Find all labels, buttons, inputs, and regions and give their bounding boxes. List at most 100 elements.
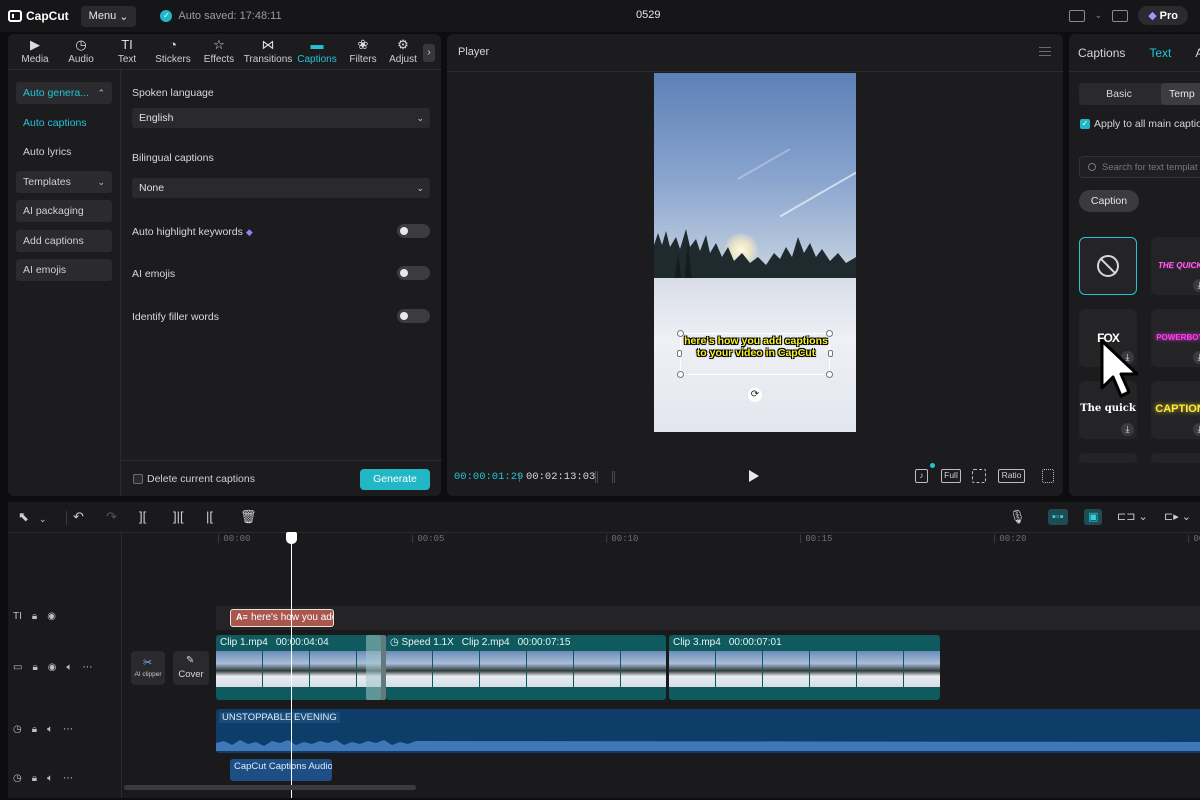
more-icon[interactable]: ⋯ (63, 773, 73, 784)
template-tile[interactable] (1151, 453, 1200, 463)
redo-icon[interactable]: ↷ (106, 510, 117, 524)
speaker-icon[interactable]: 🔈︎ (47, 773, 53, 784)
tab-adjust[interactable]: ⚙ Adjust (386, 38, 420, 69)
eye-icon[interactable]: ◉ (48, 662, 57, 673)
segment-templates[interactable]: Temp (1161, 83, 1200, 105)
music-clip[interactable]: UNSTOPPABLE EVENING (216, 709, 1200, 753)
ai-emojis-toggle[interactable] (397, 266, 430, 280)
eye-icon[interactable]: ◉ (47, 611, 56, 622)
tab-animation-props[interactable]: A (1195, 46, 1200, 60)
tab-text[interactable]: TI Text (104, 38, 150, 69)
resize-handle[interactable] (677, 350, 682, 357)
speaker-icon[interactable]: 🔈︎ (67, 662, 73, 673)
preview-axis-icon[interactable]: ⊏⊐ ⌄ (1117, 509, 1148, 525)
zoom-fit-icon[interactable]: ⊏▸ ⌄ (1164, 509, 1191, 525)
lock-icon[interactable]: 🔒︎ (32, 773, 37, 784)
cover-button[interactable]: ✎ Cover (173, 651, 209, 685)
sidenav-templates[interactable]: Templates ⌄ (16, 170, 112, 193)
bilingual-captions-select[interactable]: None ⌄ (132, 178, 430, 198)
time-ruler[interactable]: 00:00 00:05 00:10 00:15 00:20 00:2 (216, 534, 1200, 550)
rotate-icon[interactable]: ⟳ (748, 388, 762, 402)
resize-handle[interactable] (828, 350, 833, 357)
horizontal-scrollbar[interactable] (124, 785, 416, 790)
lock-icon[interactable]: 🔒︎ (32, 662, 37, 673)
tab-effects[interactable]: ☆ Effects (196, 38, 242, 69)
generate-button[interactable]: Generate (360, 469, 430, 490)
playhead-handle[interactable] (286, 532, 297, 544)
ai-clipper-button[interactable]: ✂ AI clipper (131, 651, 165, 685)
microphone-icon[interactable]: 🎙 (1009, 510, 1026, 524)
video-clip[interactable]: Clip 1.mp4 00:00:04:04 (216, 635, 381, 700)
split-left-icon[interactable]: ]|[ (173, 510, 184, 524)
resize-handle[interactable] (826, 371, 833, 378)
tab-media[interactable]: ▶ Media (12, 38, 58, 69)
more-icon[interactable]: ⋯ (83, 662, 93, 673)
undo-icon[interactable]: ↶ (73, 510, 84, 524)
sidenav-auto-generate[interactable]: Auto genera... ⌃ (16, 82, 112, 104)
play-icon[interactable] (749, 470, 759, 482)
more-icon[interactable]: ⋯ (63, 724, 73, 735)
chevron-down-icon[interactable]: ⌄ (1095, 10, 1103, 21)
tab-filters[interactable]: ❀ Filters (340, 38, 386, 69)
download-icon[interactable]: ⤓ (1121, 423, 1134, 436)
video-clip[interactable]: Clip 3.mp4 00:00:07:01 (669, 635, 940, 700)
template-none[interactable] (1079, 237, 1137, 295)
pro-button[interactable]: ◆ Pro (1138, 6, 1188, 25)
resize-handle[interactable] (677, 371, 684, 378)
apply-all-checkbox[interactable]: ✓ (1080, 119, 1090, 129)
template-search-input[interactable]: Search for text templat (1079, 156, 1200, 178)
tabs-more-button[interactable]: › (423, 44, 435, 62)
caption-overlay[interactable]: here's how you add captions to your vide… (677, 330, 833, 378)
download-icon[interactable]: ⤓ (1193, 279, 1200, 292)
sidenav-auto-captions[interactable]: Auto captions (16, 112, 112, 134)
chevron-down-icon[interactable]: ⌄ (39, 512, 47, 526)
fullscreen-icon[interactable] (1042, 469, 1054, 483)
segment-basic[interactable]: Basic (1079, 83, 1159, 105)
playhead-line[interactable] (291, 532, 292, 798)
split-right-icon[interactable]: |[ (206, 510, 213, 524)
video-clip[interactable]: ◷ Speed 1.1X Clip 2.mp4 00:00:07:15 (386, 635, 666, 700)
sidenav-ai-emojis[interactable]: AI emojis (16, 259, 112, 281)
template-tile[interactable]: THE QUICK ⤓ (1151, 237, 1200, 295)
sidenav-add-captions[interactable]: Add captions (16, 229, 112, 252)
full-button[interactable]: Full (941, 469, 961, 483)
tiktok-icon[interactable]: ♪ (915, 469, 928, 483)
crop-icon[interactable] (972, 469, 986, 483)
tab-audio[interactable]: ◷ Audio (58, 38, 104, 69)
layout-icon[interactable] (1068, 9, 1085, 22)
tab-transitions[interactable]: ⋈ Transitions (242, 38, 294, 69)
auto-highlight-toggle[interactable] (397, 224, 430, 238)
resize-handle[interactable] (826, 330, 833, 337)
delete-icon[interactable]: 🗑 (240, 510, 257, 524)
tab-stickers[interactable]: ◔ Stickers (150, 38, 196, 69)
download-icon[interactable]: ⤓ (1193, 351, 1200, 364)
magnet-icon[interactable]: ▣ (1084, 509, 1103, 525)
project-name[interactable]: 0529 (636, 9, 660, 21)
template-tile[interactable]: CAPTION ⤓ (1151, 381, 1200, 439)
speaker-icon[interactable]: 🔈︎ (47, 724, 53, 735)
tab-captions-props[interactable]: Captions (1078, 46, 1125, 60)
resize-handle[interactable] (677, 330, 684, 337)
ratio-button[interactable]: Ratio (998, 469, 1025, 483)
caption-clip[interactable]: A≡ here's how you add (230, 609, 334, 627)
lock-icon[interactable]: 🔒︎ (32, 724, 37, 735)
spoken-language-select[interactable]: English ⌄ (132, 108, 430, 128)
template-tile[interactable]: POWERBOY ⤓ (1151, 309, 1200, 367)
sidenav-auto-lyrics[interactable]: Auto lyrics (16, 141, 112, 163)
tab-captions[interactable]: ▬ Captions (294, 38, 340, 69)
captions-audio-clip[interactable]: CapCut Captions Audio (230, 759, 332, 781)
filler-words-toggle[interactable] (397, 309, 430, 323)
lock-icon[interactable]: 🔒︎ (32, 611, 37, 622)
download-icon[interactable]: ⤓ (1193, 423, 1200, 436)
video-preview[interactable]: here's how you add captions to your vide… (654, 73, 856, 432)
split-icon[interactable]: ][ (139, 510, 146, 524)
shortcuts-icon[interactable] (1112, 9, 1129, 22)
menu-button[interactable]: Menu ⌄ (80, 5, 137, 27)
link-clips-icon[interactable]: ▪◦▪ (1048, 509, 1068, 525)
select-tool-icon[interactable]: ⬉ (18, 510, 29, 524)
hamburger-icon[interactable] (1039, 47, 1051, 56)
grid-icon[interactable] (595, 471, 615, 483)
delete-captions-checkbox[interactable] (133, 474, 143, 484)
sidenav-ai-packaging[interactable]: AI packaging (16, 200, 112, 222)
transition-marker[interactable] (366, 635, 386, 700)
